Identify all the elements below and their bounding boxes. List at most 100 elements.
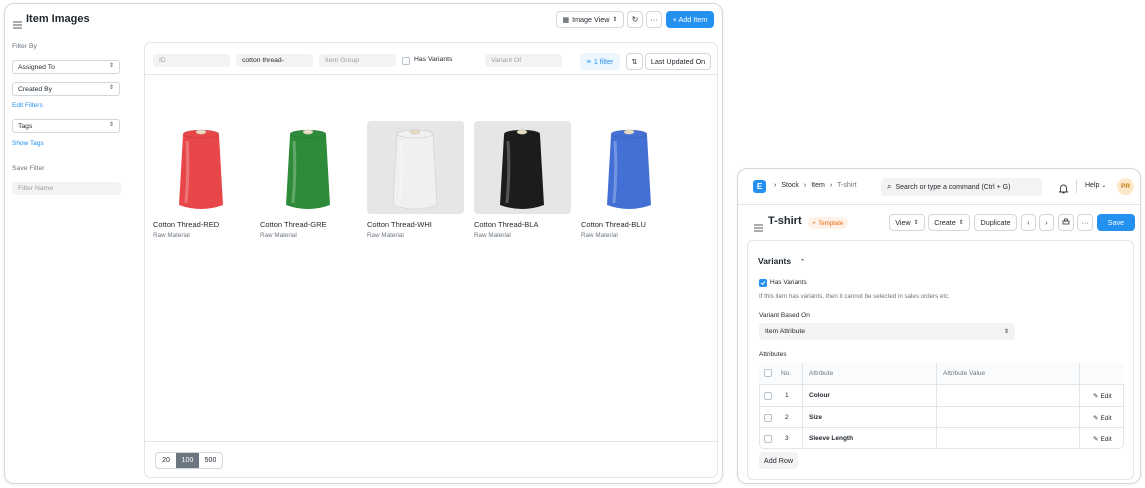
thread-spool-icon bbox=[179, 129, 223, 209]
row-checkbox[interactable] bbox=[764, 413, 772, 422]
printer-icon bbox=[1062, 218, 1070, 228]
row-edit-button[interactable]: ✎ Edit bbox=[1093, 435, 1112, 443]
assigned-to-select[interactable]: Assigned To ⇕ bbox=[12, 60, 120, 74]
pencil-icon: ✎ bbox=[1093, 414, 1099, 422]
edit-filters-link[interactable]: Edit Filters bbox=[12, 102, 43, 109]
search-icon: ⌕ bbox=[887, 182, 892, 191]
help-dropdown[interactable]: Help ⌄ bbox=[1085, 182, 1106, 189]
next-button[interactable]: › bbox=[1039, 214, 1054, 231]
avatar[interactable]: PR bbox=[1117, 178, 1134, 195]
page-title: Item Images bbox=[26, 13, 90, 25]
more-button[interactable]: ··· bbox=[1077, 214, 1093, 231]
add-item-button[interactable]: + Add Item bbox=[666, 11, 714, 28]
filter-name-input[interactable]: Filter Name bbox=[12, 182, 121, 195]
sidebar-toggle-icon[interactable] bbox=[13, 16, 22, 29]
row-number: 3 bbox=[785, 435, 789, 442]
has-variants-checkbox[interactable] bbox=[402, 57, 410, 65]
has-variants-description: If this item has variants, then it canno… bbox=[759, 293, 950, 300]
item-image bbox=[474, 121, 571, 214]
create-menu-button[interactable]: Create ⇕ bbox=[928, 214, 970, 231]
breadcrumb-current[interactable]: T-shirt bbox=[837, 182, 856, 189]
more-button[interactable]: ··· bbox=[646, 11, 662, 28]
save-button[interactable]: Save bbox=[1097, 214, 1135, 231]
divider bbox=[1076, 180, 1077, 193]
item-name-filter-input[interactable]: cotton thread- bbox=[236, 54, 313, 67]
section-title[interactable]: Variants ⌃ bbox=[758, 256, 805, 266]
breadcrumb-stock[interactable]: Stock bbox=[781, 182, 799, 189]
refresh-button[interactable]: ↻ bbox=[627, 11, 643, 28]
table-row[interactable]: 1 Colour ✎ Edit bbox=[759, 384, 1124, 405]
show-tags-link[interactable]: Show Tags bbox=[12, 140, 44, 147]
item-image bbox=[153, 121, 250, 214]
variant-based-on-label: Variant Based On bbox=[759, 312, 810, 319]
table-row[interactable]: 2 Size ✎ Edit bbox=[759, 405, 1124, 427]
view-menu-button[interactable]: View ⇕ bbox=[889, 214, 925, 231]
add-row-button[interactable]: Add Row bbox=[759, 452, 798, 469]
row-number: 2 bbox=[785, 413, 789, 421]
sort-order-button[interactable]: ⇅ bbox=[626, 53, 643, 70]
filter-button[interactable]: ≡ 1 filter bbox=[580, 53, 620, 70]
row-checkbox[interactable] bbox=[764, 392, 772, 400]
filter-icon: ≡ bbox=[586, 57, 591, 66]
item-form-window: E › Stock › Item › T-shirt ⌕ Search or t… bbox=[737, 168, 1141, 484]
variant-based-on-select[interactable]: Item Attribute ⇕ bbox=[759, 323, 1015, 340]
awesomebar-input[interactable]: ⌕ Search or type a command (Ctrl + G) bbox=[881, 178, 1042, 196]
sort-icon: ⇅ bbox=[631, 57, 638, 66]
chevron-right-icon: › bbox=[1045, 218, 1048, 227]
chevron-updown-icon: ⇕ bbox=[108, 122, 114, 128]
image-card[interactable]: Cotton Thread-BLU Raw Material bbox=[581, 121, 678, 239]
page-size-100[interactable]: 100 bbox=[176, 453, 199, 468]
chevron-updown-icon: ⇕ bbox=[108, 85, 114, 91]
previous-button[interactable]: ‹ bbox=[1021, 214, 1036, 231]
has-variants-checkbox[interactable] bbox=[759, 279, 767, 287]
header-attribute-value: Attribute Value bbox=[943, 370, 986, 377]
item-name[interactable]: Cotton Thread-BLU bbox=[581, 220, 678, 229]
row-checkbox[interactable] bbox=[764, 435, 772, 443]
variant-of-filter-input[interactable]: Variant Of bbox=[485, 54, 562, 67]
has-variants-label: Has Variants bbox=[414, 56, 453, 63]
image-card[interactable]: Cotton Thread-BLA Raw Material bbox=[474, 121, 571, 239]
item-name[interactable]: Cotton Thread-RED bbox=[153, 220, 250, 229]
chevron-up-icon: ⌃ bbox=[799, 259, 806, 266]
sort-field-button[interactable]: Last Updated On bbox=[645, 53, 711, 70]
print-button[interactable] bbox=[1058, 214, 1074, 231]
has-variants-label: Has Variants bbox=[770, 279, 807, 286]
image-card[interactable]: Cotton Thread-WHI Raw Material bbox=[367, 121, 464, 239]
chevron-updown-icon: ⇕ bbox=[913, 220, 919, 226]
table-row[interactable]: 3 Sleeve Length ✎ Edit bbox=[759, 427, 1124, 448]
item-image bbox=[367, 121, 464, 214]
item-name[interactable]: Cotton Thread-WHI bbox=[367, 220, 464, 229]
row-edit-button[interactable]: ✎ Edit bbox=[1093, 414, 1112, 422]
paging-area bbox=[145, 441, 717, 478]
tags-select[interactable]: Tags ⇕ bbox=[12, 119, 120, 133]
image-card[interactable]: Cotton Thread-GRE Raw Material bbox=[260, 121, 357, 239]
view-selector-button[interactable]: ▦ Image View ⇕ bbox=[556, 11, 624, 28]
item-group: Raw Material bbox=[153, 232, 190, 239]
item-group: Raw Material bbox=[474, 232, 511, 239]
app-logo[interactable]: E bbox=[753, 180, 766, 193]
item-name[interactable]: Cotton Thread-GRE bbox=[260, 220, 357, 229]
chevron-updown-icon: ⇕ bbox=[958, 220, 964, 226]
duplicate-button[interactable]: Duplicate bbox=[974, 214, 1017, 231]
id-filter-input[interactable]: ID bbox=[153, 54, 230, 67]
pencil-icon: ✎ bbox=[1093, 393, 1099, 400]
breadcrumb-item[interactable]: Item bbox=[811, 182, 825, 189]
chevron-left-icon: ‹ bbox=[1027, 218, 1030, 227]
row-attribute[interactable]: Colour bbox=[809, 392, 830, 399]
menu-icon[interactable] bbox=[754, 219, 763, 237]
row-attribute[interactable]: Size bbox=[809, 414, 822, 421]
chevron-right-icon: › bbox=[829, 182, 833, 189]
page-size-500[interactable]: 500 bbox=[199, 453, 222, 468]
row-edit-button[interactable]: ✎ Edit bbox=[1093, 392, 1112, 400]
bell-icon[interactable] bbox=[1058, 181, 1069, 199]
created-by-select[interactable]: Created By ⇕ bbox=[12, 82, 120, 96]
chevron-updown-icon: ⇕ bbox=[108, 63, 114, 69]
chevron-right-icon: › bbox=[803, 182, 807, 189]
page-size-20[interactable]: 20 bbox=[156, 453, 176, 468]
image-card[interactable]: Cotton Thread-RED Raw Material bbox=[153, 121, 250, 239]
item-name[interactable]: Cotton Thread-BLA bbox=[474, 220, 571, 229]
row-attribute[interactable]: Sleeve Length bbox=[809, 435, 853, 442]
item-group-filter-input[interactable]: Item Group bbox=[319, 54, 396, 67]
select-all-checkbox[interactable] bbox=[764, 369, 772, 377]
filter-by-label: Filter By bbox=[12, 43, 37, 50]
